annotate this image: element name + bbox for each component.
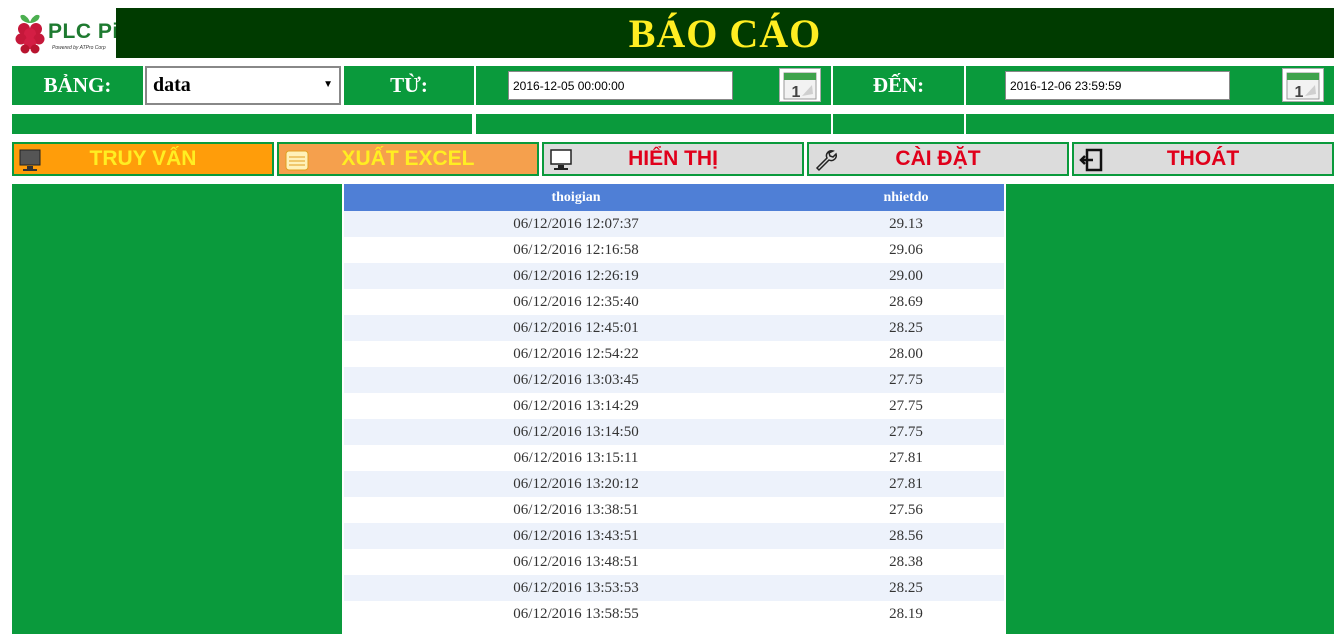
settings-button[interactable]: CÀI ĐẶT — [807, 142, 1069, 176]
column-header-nhietdo[interactable]: nhietdo — [808, 184, 1004, 211]
cell-nhietdo: 28.25 — [808, 575, 1004, 601]
spacer-cell — [12, 114, 472, 134]
cell-thoigian: 06/12/2016 13:15:11 — [344, 445, 808, 471]
cell-nhietdo: 27.75 — [808, 393, 1004, 419]
cell-nhietdo: 29.06 — [808, 237, 1004, 263]
table-header-row: thoigian nhietdo — [344, 184, 1004, 211]
settings-label: CÀI ĐẶT — [895, 147, 981, 170]
table-row: 06/12/2016 12:35:40 28.69 — [344, 289, 1004, 315]
cell-thoigian: 06/12/2016 12:16:58 — [344, 237, 808, 263]
table-row: 06/12/2016 13:48:51 28.38 — [344, 549, 1004, 575]
table-row: 06/12/2016 12:26:19 29.00 — [344, 263, 1004, 289]
calendar-day-number: 1 — [1295, 84, 1304, 100]
cell-nhietdo: 27.81 — [808, 445, 1004, 471]
cell-nhietdo: 28.69 — [808, 289, 1004, 315]
from-date-input[interactable]: 2016-12-05 00:00:00 — [508, 71, 733, 100]
exit-button[interactable]: THOÁT — [1072, 142, 1334, 176]
cell-thoigian: 06/12/2016 13:43:51 — [344, 523, 808, 549]
cell-nhietdo: 27.56 — [808, 497, 1004, 523]
cell-nhietdo: 27.75 — [808, 367, 1004, 393]
cell-thoigian: 06/12/2016 13:58:55 — [344, 601, 808, 627]
report-table: thoigian nhietdo 06/12/2016 12:07:37 29.1… — [344, 184, 1004, 627]
cell-thoigian: 06/12/2016 12:45:01 — [344, 315, 808, 341]
display-label: HIỂN THỊ — [628, 147, 718, 170]
table-row: 06/12/2016 13:15:11 27.81 — [344, 445, 1004, 471]
cell-thoigian: 06/12/2016 13:14:50 — [344, 419, 808, 445]
chevron-down-icon: ▼ — [323, 79, 333, 90]
calendar-icon: 1 — [1286, 72, 1320, 100]
left-panel — [12, 184, 342, 634]
cell-thoigian: 06/12/2016 13:53:53 — [344, 575, 808, 601]
cell-nhietdo: 29.13 — [808, 211, 1004, 237]
monitor-icon — [19, 149, 41, 171]
table-select-value: data — [153, 74, 191, 96]
to-label: ĐẾN: — [833, 66, 964, 105]
table-row: 06/12/2016 13:53:53 28.25 — [344, 575, 1004, 601]
query-button[interactable]: TRUY VẤN — [12, 142, 274, 176]
spreadsheet-icon — [285, 150, 309, 171]
right-panel — [1006, 184, 1334, 634]
table-row: 06/12/2016 12:45:01 28.25 — [344, 315, 1004, 341]
table-body: 06/12/2016 12:07:37 29.13 06/12/2016 12:1… — [344, 211, 1004, 627]
query-label: TRUY VẤN — [89, 147, 197, 170]
table-row: 06/12/2016 12:07:37 29.13 — [344, 211, 1004, 237]
spacer-cell — [966, 114, 1334, 134]
table-row: 06/12/2016 12:54:22 28.00 — [344, 341, 1004, 367]
cell-nhietdo: 28.38 — [808, 549, 1004, 575]
logo-text: PLC Pi — [48, 20, 119, 43]
spacer-cell — [476, 114, 831, 134]
cell-thoigian: 06/12/2016 13:03:45 — [344, 367, 808, 393]
from-label: TỪ: — [344, 66, 474, 105]
cell-nhietdo: 28.56 — [808, 523, 1004, 549]
table-row: 06/12/2016 12:16:58 29.06 — [344, 237, 1004, 263]
logo-area: PLC Pi Powered by ATPro Corp — [10, 8, 119, 58]
table-row: 06/12/2016 13:58:55 28.19 — [344, 601, 1004, 627]
cell-nhietdo: 29.00 — [808, 263, 1004, 289]
table-row: 06/12/2016 13:20:12 27.81 — [344, 471, 1004, 497]
cell-thoigian: 06/12/2016 12:54:22 — [344, 341, 808, 367]
cell-nhietdo: 27.81 — [808, 471, 1004, 497]
calendar-day-number: 1 — [792, 84, 801, 100]
table-select[interactable]: data ▼ — [145, 66, 341, 105]
title-bar: BÁO CÁO — [116, 8, 1334, 58]
wrench-icon — [815, 150, 837, 172]
to-date-input[interactable]: 2016-12-06 23:59:59 — [1005, 71, 1230, 100]
raspberry-logo-icon — [15, 14, 45, 54]
export-excel-button[interactable]: XUẤT EXCEL — [277, 142, 539, 176]
table-row: 06/12/2016 13:14:29 27.75 — [344, 393, 1004, 419]
exit-label: THOÁT — [1166, 147, 1240, 170]
cell-thoigian: 06/12/2016 13:20:12 — [344, 471, 808, 497]
exit-door-icon — [1079, 148, 1103, 172]
logo-tagline: Powered by ATPro Corp — [52, 45, 106, 51]
spacer-cell — [833, 114, 964, 134]
cell-nhietdo: 27.75 — [808, 419, 1004, 445]
cell-thoigian: 06/12/2016 13:48:51 — [344, 549, 808, 575]
from-calendar-button[interactable]: 1 — [779, 68, 821, 102]
column-header-thoigian[interactable]: thoigian — [344, 184, 808, 211]
table-label: BẢNG: — [12, 66, 143, 105]
table-row: 06/12/2016 13:43:51 28.56 — [344, 523, 1004, 549]
cell-thoigian: 06/12/2016 12:07:37 — [344, 211, 808, 237]
cell-thoigian: 06/12/2016 13:14:29 — [344, 393, 808, 419]
cell-nhietdo: 28.19 — [808, 601, 1004, 627]
export-excel-label: XUẤT EXCEL — [341, 147, 475, 170]
to-calendar-button[interactable]: 1 — [1282, 68, 1324, 102]
cell-nhietdo: 28.25 — [808, 315, 1004, 341]
report-table-container: thoigian nhietdo 06/12/2016 12:07:37 29.1… — [344, 184, 1004, 634]
cell-nhietdo: 28.00 — [808, 341, 1004, 367]
computer-icon — [550, 149, 572, 170]
calendar-icon: 1 — [783, 72, 817, 100]
cell-thoigian: 06/12/2016 13:38:51 — [344, 497, 808, 523]
cell-thoigian: 06/12/2016 12:35:40 — [344, 289, 808, 315]
table-row: 06/12/2016 13:03:45 27.75 — [344, 367, 1004, 393]
page-title: BÁO CÁO — [628, 10, 822, 56]
cell-thoigian: 06/12/2016 12:26:19 — [344, 263, 808, 289]
table-row: 06/12/2016 13:14:50 27.75 — [344, 419, 1004, 445]
table-row: 06/12/2016 13:38:51 27.56 — [344, 497, 1004, 523]
display-button[interactable]: HIỂN THỊ — [542, 142, 804, 176]
